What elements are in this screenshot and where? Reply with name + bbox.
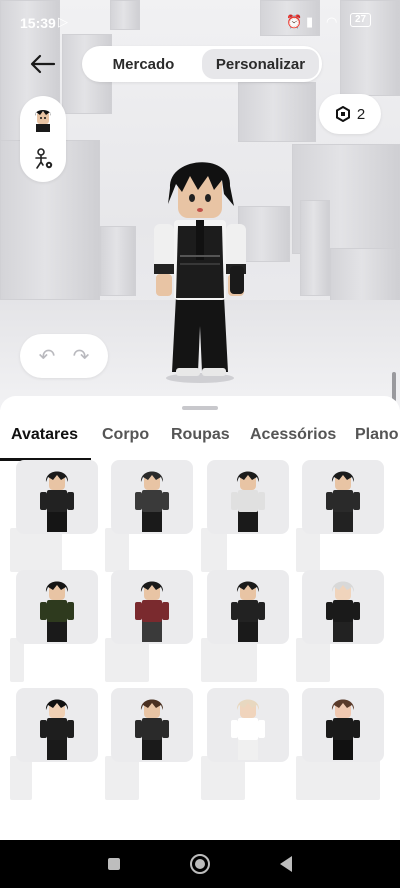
recents-icon (108, 858, 120, 870)
status-time: 15:39 (20, 15, 56, 31)
tab-acessorios[interactable]: Acessórios (250, 426, 336, 444)
sheet-drag-handle[interactable] (182, 406, 218, 410)
outfit-name-placeholder (10, 528, 62, 572)
scroll-indicator (392, 372, 396, 402)
home-icon (190, 854, 210, 874)
outfit-name-placeholder (296, 756, 380, 800)
avatar-thumbnail-icon (34, 110, 52, 132)
signal-icon: ▮ (306, 14, 314, 29)
avatar-preview[interactable] (140, 146, 260, 386)
tab-mercado[interactable]: Mercado (85, 49, 202, 79)
back-button[interactable] (26, 48, 60, 80)
background-block (300, 200, 330, 296)
outfit-avatar-thumbnail (40, 471, 74, 532)
outfit-avatar-thumbnail (135, 581, 169, 642)
avatar-settings-icon (35, 148, 53, 169)
tab-corpo[interactable]: Corpo (102, 426, 149, 444)
outfit-name-placeholder (296, 638, 330, 682)
avatar-outfit-card[interactable] (111, 460, 193, 534)
robux-icon (335, 106, 350, 122)
outfit-name-placeholder (10, 638, 24, 682)
outfit-name-placeholder (201, 756, 245, 800)
avatar-settings-button[interactable] (28, 144, 58, 174)
top-segmented-control: Mercado Personalizar (82, 46, 322, 82)
background-block (100, 226, 136, 296)
side-controls (20, 96, 66, 182)
recents-button[interactable] (102, 852, 126, 876)
outfit-name-placeholder (201, 528, 227, 572)
avatar-outfit-card[interactable] (302, 688, 384, 762)
outfit-avatar-thumbnail (40, 581, 74, 642)
nav-back-button[interactable] (274, 852, 298, 876)
category-tabs: Avatares Corpo Roupas Acessórios Plano (0, 426, 400, 460)
robux-count: 2 (356, 105, 366, 123)
play-store-icon: ▷ (58, 14, 68, 29)
customize-sheet: Avatares Corpo Roupas Acessórios Plano (0, 396, 400, 840)
robux-balance-button[interactable]: 2 (319, 94, 381, 134)
outfit-avatar-thumbnail (231, 699, 265, 760)
status-bar: 15:39 ▷ ⏰ ▮ ◠ 27 (0, 0, 400, 44)
tab-personalizar[interactable]: Personalizar (202, 49, 319, 79)
outfit-avatar-thumbnail (326, 581, 360, 642)
outfit-avatar-thumbnail (231, 581, 265, 642)
outfit-name-placeholder (10, 756, 32, 800)
outfit-name-placeholder (296, 528, 320, 572)
outfit-name-placeholder (105, 638, 149, 682)
outfit-name-placeholder (105, 756, 139, 800)
outfit-avatar-thumbnail (326, 699, 360, 760)
redo-icon[interactable]: ↷ (73, 344, 90, 369)
background-block (238, 82, 316, 142)
avatar-outfit-card[interactable] (16, 570, 98, 644)
tab-plano[interactable]: Plano (355, 426, 399, 444)
background-block (330, 248, 400, 304)
avatar-outfit-card[interactable] (207, 688, 289, 762)
avatar-outfit-card[interactable] (207, 460, 289, 534)
avatar-outfit-card[interactable] (207, 570, 289, 644)
avatar-outfit-card[interactable] (16, 688, 98, 762)
arrow-left-icon (30, 54, 56, 74)
history-controls: ↶ ↷ (20, 334, 108, 378)
outfit-avatar-thumbnail (231, 471, 265, 532)
outfit-name-placeholder (105, 528, 129, 572)
avatar-outfit-card[interactable] (111, 570, 193, 644)
back-icon (280, 856, 292, 872)
tab-roupas[interactable]: Roupas (171, 426, 230, 444)
battery-icon: 27 (350, 13, 372, 27)
avatar-outfit-card[interactable] (302, 570, 384, 644)
outfit-avatar-thumbnail (135, 699, 169, 760)
alarm-off-icon: ⏰ (286, 14, 303, 29)
avatar-outfit-card[interactable] (111, 688, 193, 762)
tab-avatares[interactable]: Avatares (11, 426, 78, 444)
outfit-avatar-thumbnail (326, 471, 360, 532)
avatar-thumbnail-button[interactable] (28, 104, 58, 134)
system-nav-bar (0, 840, 400, 888)
wifi-icon: ◠ (326, 14, 338, 29)
avatar-outfit-card[interactable] (16, 460, 98, 534)
outfit-name-placeholder (201, 638, 257, 682)
outfit-avatar-thumbnail (135, 471, 169, 532)
home-button[interactable] (188, 852, 212, 876)
undo-icon[interactable]: ↶ (39, 344, 56, 369)
outfit-avatar-thumbnail (40, 699, 74, 760)
avatar-outfit-card[interactable] (302, 460, 384, 534)
